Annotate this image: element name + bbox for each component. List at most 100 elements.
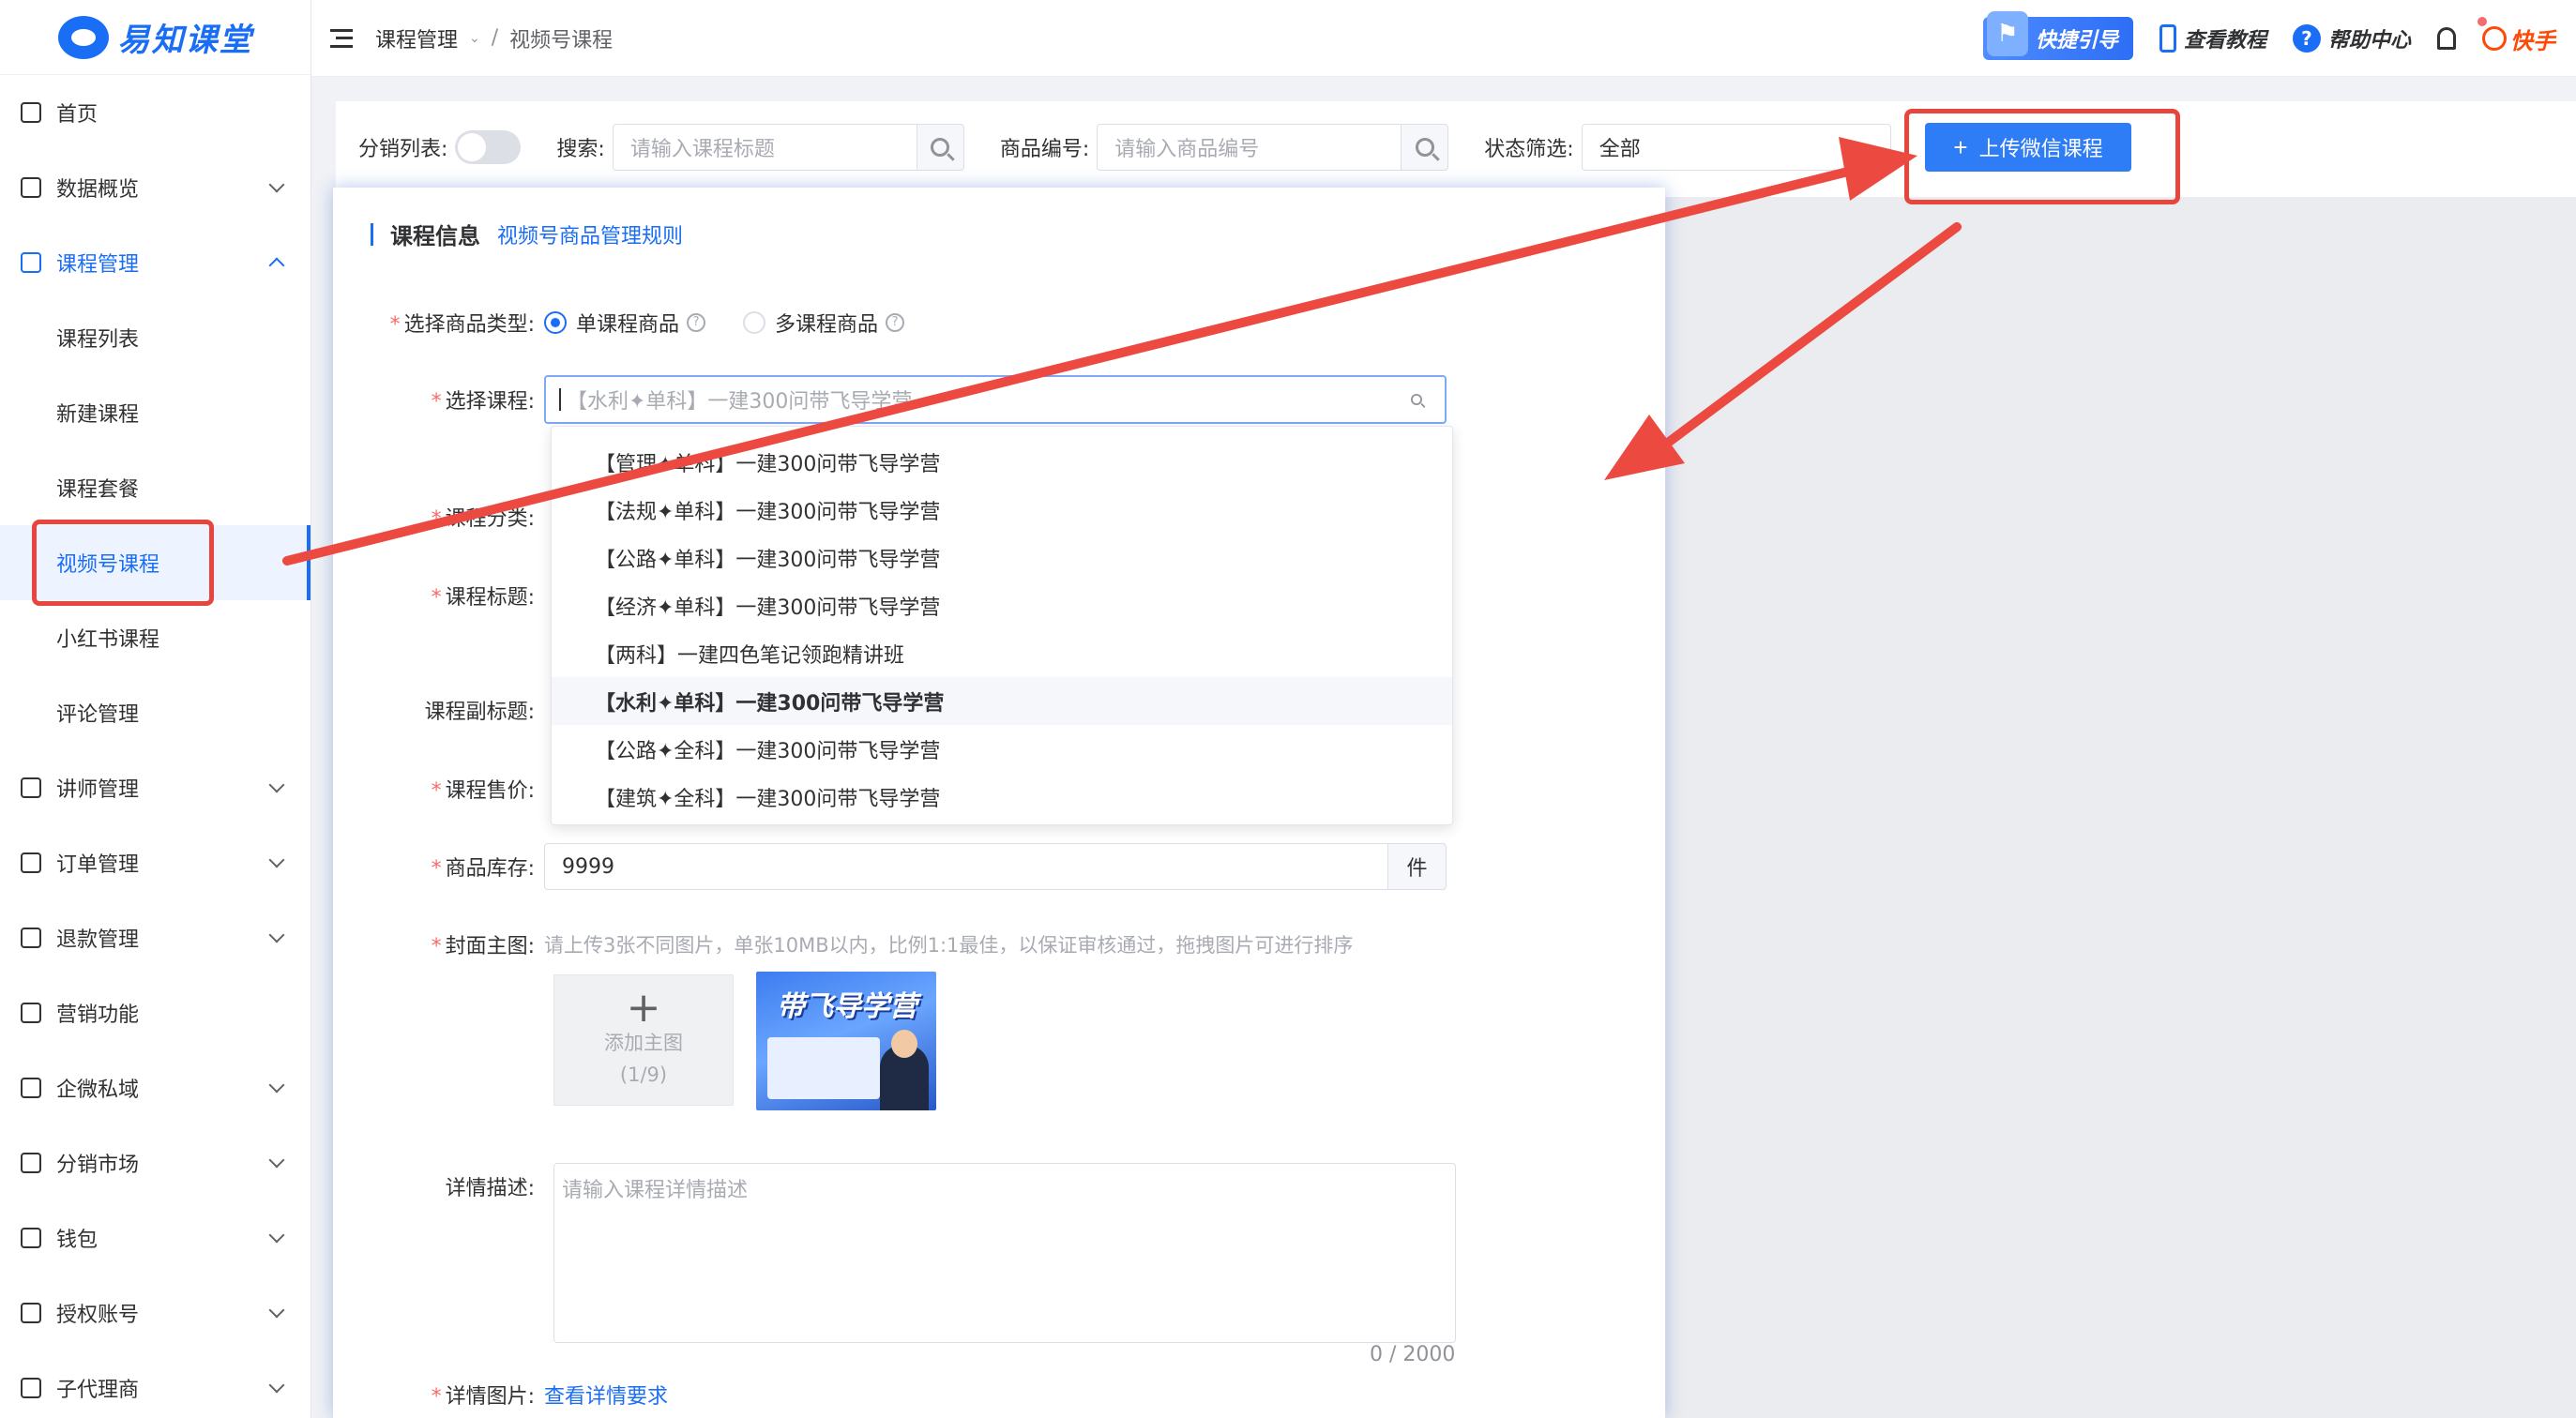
- breadcrumb-item-course-management[interactable]: 课程管理: [375, 23, 458, 53]
- kuaishou-logo-icon: [2482, 26, 2507, 51]
- platform-switch[interactable]: 快手: [2482, 23, 2555, 55]
- course-select-input[interactable]: 【水利✦单科】一建300问带飞导学营: [544, 375, 1447, 424]
- plus-icon: +: [626, 984, 661, 1032]
- dropdown-option[interactable]: 【管理✦单科】一建300问带飞导学营: [552, 438, 1452, 486]
- sidebar-item-order-management[interactable]: 订单管理: [0, 825, 311, 900]
- wechat-icon: [21, 1078, 41, 1098]
- chevron-down-icon: [268, 927, 285, 943]
- question-icon[interactable]: ?: [886, 313, 905, 332]
- course-price-label: * 课程售价:: [431, 779, 535, 803]
- top-bar: 课程管理 ⌄ / 视频号课程 ⚑ 快捷引导 查看教程 ? 帮助中心 快手: [311, 0, 2576, 77]
- sidebar-item-refund-management[interactable]: 退款管理: [0, 900, 311, 975]
- sidebar-item-marketing[interactable]: 营销功能: [0, 975, 311, 1050]
- cover-image-thumbnail[interactable]: 带飞导学营: [756, 972, 936, 1110]
- help-center-link[interactable]: ? 帮助中心: [2292, 23, 2411, 53]
- breadcrumb: 课程管理 ⌄ / 视频号课程: [375, 23, 613, 53]
- market-icon: [21, 1153, 41, 1173]
- cover-thumbnail-panel: [767, 1037, 880, 1099]
- tutorial-label: 查看教程: [2183, 29, 2266, 53]
- tutorial-link[interactable]: 查看教程: [2159, 23, 2266, 53]
- category-label: * 课程分类:: [431, 507, 535, 531]
- course-select-row: * 选择课程: 【水利✦单科】一建300问带飞导学营: [333, 375, 1447, 424]
- detail-images-row: * 详情图片: 查看详情要求: [333, 1371, 668, 1418]
- chevron-up-icon: [268, 257, 285, 274]
- course-select-placeholder: 【水利✦单科】一建300问带飞导学营: [567, 390, 913, 414]
- category-row: * 课程分类:: [333, 493, 544, 540]
- sidebar-item-home[interactable]: 首页: [0, 75, 311, 150]
- dropdown-option[interactable]: 【公路✦单科】一建300问带飞导学营: [552, 534, 1452, 581]
- text-caret: [559, 388, 561, 411]
- product-number-search-button[interactable]: [1402, 124, 1449, 171]
- status-filter-select[interactable]: 全部: [1581, 124, 1891, 171]
- sidebar: 易知课堂 首页 数据概览 课程管理 课程列表 新建课程 课程套餐 视频号课程 小…: [0, 0, 311, 1418]
- guide-icon: ⚑: [1986, 11, 2028, 56]
- stock-unit: 件: [1388, 843, 1447, 890]
- search-icon: [931, 138, 950, 157]
- dropdown-option[interactable]: 【法规✦单科】一建300问带飞导学营: [552, 486, 1452, 534]
- detail-requirements-link[interactable]: 查看详情要求: [544, 1380, 668, 1410]
- add-cover-count: (1/9): [619, 1064, 668, 1086]
- detail-description-textarea[interactable]: 请输入课程详情描述: [553, 1163, 1456, 1343]
- logo-text: 易知课堂: [117, 22, 253, 59]
- notification-dot: [2478, 17, 2487, 26]
- quick-guide-label: 快捷引导: [2035, 29, 2118, 53]
- sidebar-sub-course-list[interactable]: 课程列表: [0, 300, 311, 375]
- sidebar-sub-new-course[interactable]: 新建课程: [0, 375, 311, 450]
- drawer-header: 课程信息 视频号商品管理规则: [371, 218, 683, 250]
- dropdown-option[interactable]: 【经济✦单科】一建300问带飞导学营: [552, 581, 1452, 629]
- sidebar-item-wallet[interactable]: 钱包: [0, 1200, 311, 1275]
- phone-icon: [2159, 24, 2176, 53]
- sidebar-item-course-management[interactable]: 课程管理: [0, 225, 311, 300]
- question-icon[interactable]: ?: [687, 313, 706, 332]
- dropdown-option[interactable]: 【建筑✦全科】一建300问带飞导学营: [552, 773, 1452, 821]
- order-icon: [21, 852, 41, 873]
- detail-description-label: 详情描述:: [445, 1177, 535, 1200]
- product-number-input[interactable]: 请输入商品编号: [1097, 124, 1402, 171]
- rules-link[interactable]: 视频号商品管理规则: [497, 219, 683, 249]
- wallet-icon: [21, 1228, 41, 1248]
- sidebar-item-wecom-private[interactable]: 企微私域: [0, 1050, 311, 1125]
- chevron-down-icon: [268, 176, 285, 193]
- sidebar-item-distribution-market[interactable]: 分销市场: [0, 1125, 311, 1200]
- title-accent-bar: [371, 222, 373, 246]
- app-window: 易知课堂 首页 数据概览 课程管理 课程列表 新建课程 课程套餐 视频号课程 小…: [0, 0, 2576, 1418]
- sidebar-sub-comment-management[interactable]: 评论管理: [0, 675, 311, 750]
- course-dropdown: 【管理✦单科】一建300问带飞导学营 【法规✦单科】一建300问带飞导学营 【公…: [551, 426, 1453, 825]
- add-cover-image-button[interactable]: + 添加主图 (1/9): [553, 974, 734, 1106]
- sidebar-nav: 首页 数据概览 课程管理 课程列表 新建课程 课程套餐 视频号课程 小红书课程 …: [0, 75, 311, 1418]
- logo[interactable]: 易知课堂: [0, 0, 311, 75]
- drawer-title: 课程信息: [390, 223, 480, 249]
- annotation-box-sidebar: [32, 520, 214, 606]
- distribution-toggle[interactable]: [455, 130, 522, 164]
- chevron-down-icon: [268, 1077, 285, 1094]
- search-input[interactable]: 请输入课程标题: [612, 124, 917, 171]
- subtitle-row: 课程副标题:: [333, 686, 544, 733]
- menu-toggle-icon[interactable]: [330, 28, 353, 48]
- chevron-down-icon: [268, 1302, 285, 1319]
- sidebar-item-sub-agents[interactable]: 子代理商: [0, 1350, 311, 1418]
- breadcrumb-separator: /: [491, 26, 499, 50]
- sidebar-sub-course-package[interactable]: 课程套餐: [0, 450, 311, 525]
- quick-guide-button[interactable]: ⚑ 快捷引导: [1982, 11, 2133, 60]
- single-course-radio[interactable]: [544, 311, 567, 334]
- stock-row: * 商品库存: 9999 件: [333, 843, 1447, 890]
- cover-label: * 封面主图:: [431, 935, 535, 958]
- search-button[interactable]: [917, 124, 964, 171]
- add-cover-label: 添加主图: [604, 1032, 683, 1054]
- sidebar-item-data-overview[interactable]: 数据概览: [0, 150, 311, 225]
- sidebar-item-label: 分销市场: [56, 1154, 140, 1177]
- refund-icon: [21, 928, 41, 948]
- multi-course-radio[interactable]: [743, 311, 766, 334]
- bell-icon[interactable]: [2437, 17, 2487, 50]
- dropdown-option[interactable]: 【公路✦全科】一建300问带飞导学营: [552, 725, 1452, 773]
- dropdown-option[interactable]: 【两科】一建四色笔记领跑精讲班: [552, 629, 1452, 677]
- stock-input[interactable]: 9999: [544, 843, 1388, 890]
- price-row: * 课程售价:: [333, 765, 544, 812]
- sidebar-sub-xiaohongshu-course[interactable]: 小红书课程: [0, 600, 311, 675]
- dropdown-option-hovered[interactable]: 【水利✦单科】一建300问带飞导学营: [552, 677, 1452, 725]
- chevron-down-icon: [268, 777, 285, 793]
- sidebar-item-teacher-management[interactable]: 讲师管理: [0, 750, 311, 825]
- sidebar-item-label: 课程管理: [56, 253, 140, 277]
- filter-bar: 分销列表: 搜索: 请输入课程标题 商品编号: 请输入商品编号 状态筛选: 全部: [336, 101, 2576, 197]
- sidebar-item-authorized-accounts[interactable]: 授权账号: [0, 1275, 311, 1350]
